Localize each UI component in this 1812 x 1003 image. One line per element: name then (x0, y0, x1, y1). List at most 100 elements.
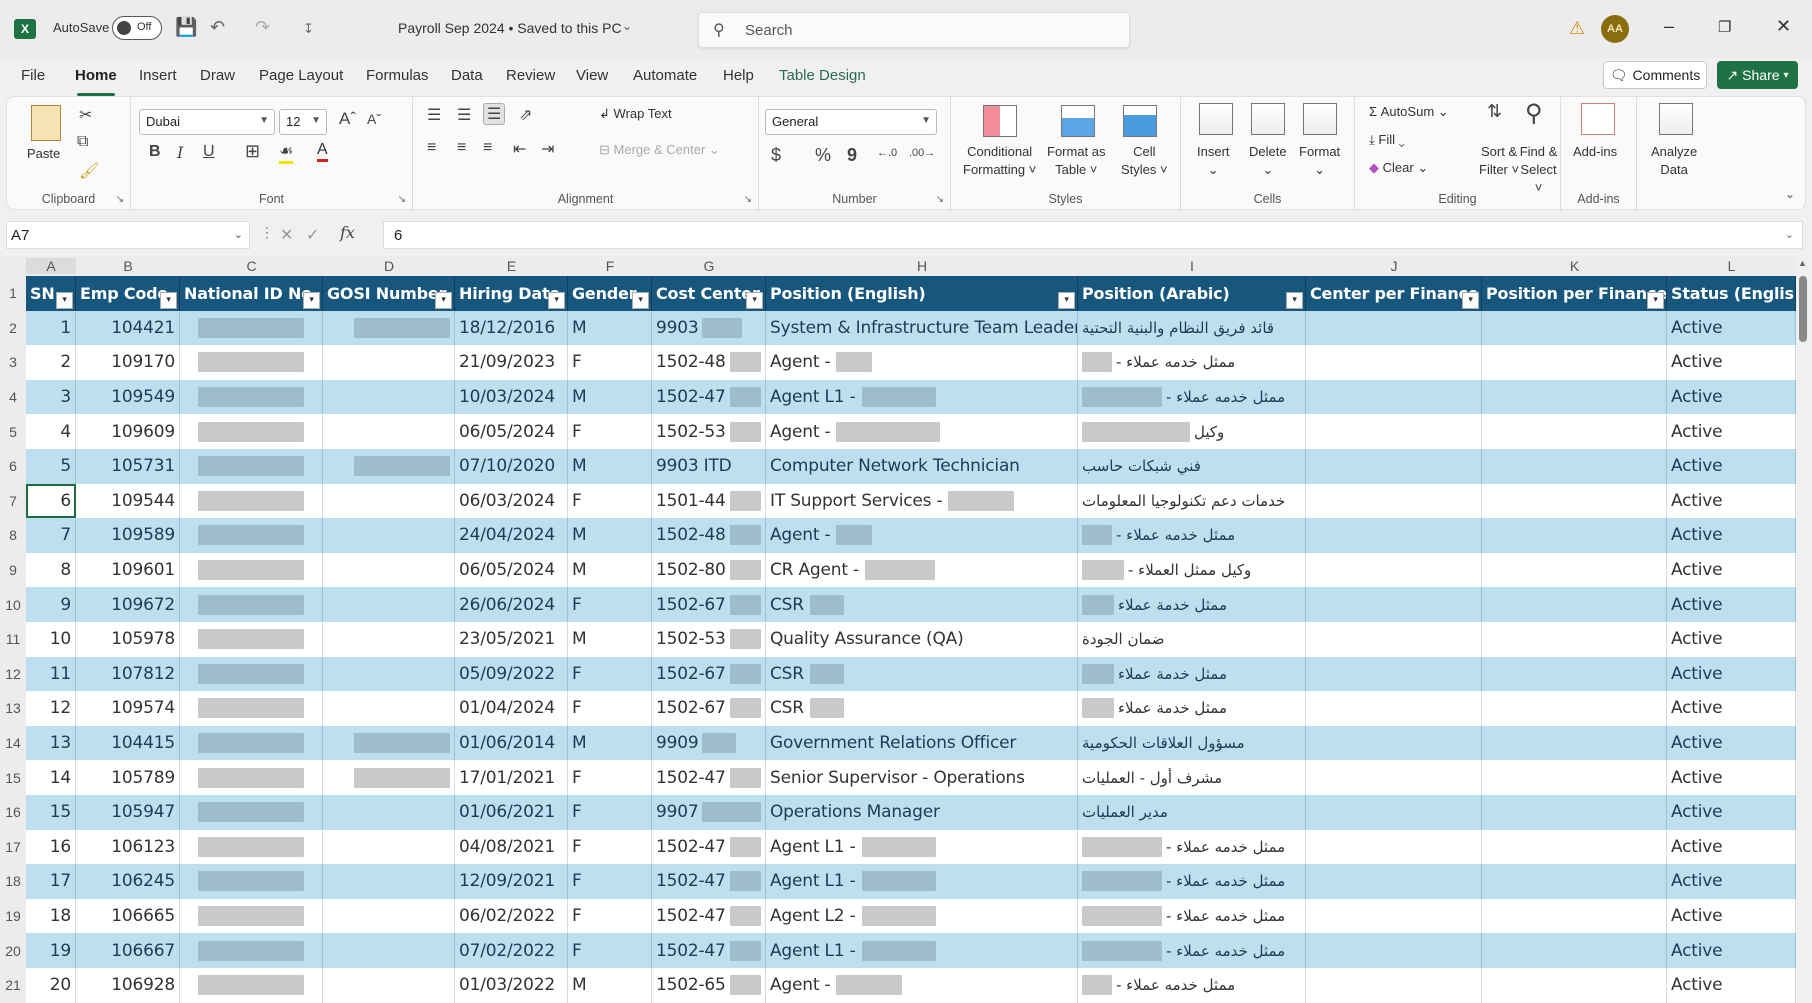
analyze-data-button[interactable]: Analyze Data (1651, 143, 1697, 179)
cell-gender[interactable]: M (568, 725, 652, 761)
column-header-d[interactable]: D (323, 258, 455, 274)
dialog-launcher-icon[interactable]: ↘ (744, 194, 752, 205)
cell-position-arabic[interactable]: ممثل خدمه عملاء - (1078, 379, 1306, 415)
cell-hiring-date[interactable]: 01/06/2021 (455, 795, 568, 830)
cell-center-per-finance[interactable] (1306, 829, 1482, 865)
tab-data[interactable]: Data (451, 67, 483, 84)
row-number[interactable]: 19 (0, 898, 26, 934)
cell-gosi-number[interactable] (323, 725, 455, 761)
cell-position-arabic[interactable]: ممثل خدمه عملاء - (1078, 518, 1306, 553)
cell-gosi-number[interactable] (323, 622, 455, 657)
cell-cost-center[interactable]: 1502-47 (652, 933, 766, 968)
header-cell[interactable]: GOSI Number ▾ (323, 276, 455, 311)
cell-status[interactable]: Active (1667, 449, 1796, 484)
cell-status[interactable]: Active (1667, 725, 1796, 761)
cell-hiring-date[interactable]: 12/09/2021 (455, 864, 568, 899)
cell-national-id[interactable] (180, 622, 323, 657)
header-cell[interactable]: Center per Finance ▾ (1306, 276, 1482, 311)
cell-national-id[interactable] (180, 552, 323, 588)
column-header-e[interactable]: E (455, 258, 568, 274)
cell-hiring-date[interactable]: 07/02/2022 (455, 933, 568, 968)
cell-position-english[interactable]: Agent - (766, 518, 1078, 553)
cell-position-english[interactable]: IT Support Services - (766, 483, 1078, 519)
cell-center-per-finance[interactable] (1306, 795, 1482, 830)
cell-center-per-finance[interactable] (1306, 414, 1482, 449)
cell-gender[interactable]: F (568, 933, 652, 968)
cell-national-id[interactable] (180, 725, 323, 761)
cell-cost-center[interactable]: 9909 (652, 725, 766, 761)
cell-position-english[interactable]: CSR (766, 691, 1078, 726)
fill-color-icon[interactable]: ☙ (279, 141, 294, 164)
cell-sn[interactable]: 19 (26, 933, 76, 968)
cell-gosi-number[interactable] (323, 449, 455, 484)
cell-sn[interactable]: 2 (26, 345, 76, 380)
enter-icon[interactable]: ✓ (306, 225, 319, 245)
row-number[interactable]: 3 (0, 345, 26, 380)
cell-gosi-number[interactable] (323, 933, 455, 968)
cell-gosi-number[interactable] (323, 864, 455, 899)
cell-position-arabic[interactable]: ممثل خدمه عملاء - (1078, 864, 1306, 899)
cell-position-per-finance[interactable] (1482, 933, 1667, 968)
cell-sn[interactable]: 16 (26, 829, 76, 865)
italic-button[interactable]: I (177, 143, 183, 162)
cell-position-english[interactable]: Agent L1 - (766, 864, 1078, 899)
conditional-formatting-button[interactable]: Conditional Formatting ˅ (963, 143, 1036, 179)
cell-center-per-finance[interactable] (1306, 725, 1482, 761)
cell-emp-code[interactable]: 109609 (76, 414, 180, 449)
cell-cost-center[interactable]: 1502-47 (652, 829, 766, 865)
cell-cost-center[interactable]: 9903 ITD (652, 449, 766, 484)
cell-gender[interactable]: F (568, 795, 652, 830)
cell-cost-center[interactable]: 9903 (652, 310, 766, 346)
cell-position-per-finance[interactable] (1482, 760, 1667, 795)
increase-decimal-icon[interactable]: ←.0 (877, 147, 897, 159)
cell-gosi-number[interactable] (323, 379, 455, 415)
header-cell[interactable]: Position (Arabic) ▾ (1078, 276, 1306, 311)
cell-emp-code[interactable]: 107812 (76, 656, 180, 692)
customize-qat-icon[interactable]: ↧ (303, 21, 314, 37)
cell-position-english[interactable]: Agent L2 - (766, 898, 1078, 934)
cell-sn[interactable]: 4 (26, 414, 76, 449)
cell-gosi-number[interactable] (323, 656, 455, 692)
cell-gender[interactable]: F (568, 864, 652, 899)
cell-national-id[interactable] (180, 449, 323, 484)
cell-position-arabic[interactable]: فني شبكات حاسب (1078, 449, 1306, 484)
cell-gender[interactable]: F (568, 587, 652, 622)
cell-center-per-finance[interactable] (1306, 968, 1482, 1003)
vertical-scrollbar[interactable]: ▲ (1796, 256, 1810, 1003)
cell-status[interactable]: Active (1667, 795, 1796, 830)
cell-cost-center[interactable]: 1502-67 (652, 691, 766, 726)
autosum-button[interactable]: Σ AutoSum ⌄ (1369, 103, 1449, 121)
filter-dropdown-icon[interactable]: ▾ (1462, 291, 1479, 309)
cell-national-id[interactable] (180, 379, 323, 415)
warning-icon[interactable]: ⚠ (1569, 18, 1585, 39)
format-as-table-button[interactable]: Format as Table ˅ (1047, 143, 1106, 179)
cell-emp-code[interactable]: 109601 (76, 552, 180, 588)
increase-indent-icon[interactable]: ⇥ (541, 139, 554, 159)
cell-status[interactable]: Active (1667, 379, 1796, 415)
row-number[interactable]: 13 (0, 691, 26, 726)
cell-cost-center[interactable]: 1502-47 (652, 760, 766, 795)
cell-sn[interactable]: 3 (26, 379, 76, 415)
cell-status[interactable]: Active (1667, 691, 1796, 726)
column-header-c[interactable]: C (180, 258, 323, 274)
cell-cost-center[interactable]: 1502-67 (652, 656, 766, 692)
cell-national-id[interactable] (180, 829, 323, 865)
filter-dropdown-icon[interactable]: ▾ (160, 291, 177, 309)
cell-position-english[interactable]: Quality Assurance (QA) (766, 622, 1078, 657)
cell-status[interactable]: Active (1667, 587, 1796, 622)
cell-national-id[interactable] (180, 656, 323, 692)
row-number[interactable]: 10 (0, 587, 26, 622)
cell-hiring-date[interactable]: 17/01/2021 (455, 760, 568, 795)
cell-emp-code[interactable]: 106667 (76, 933, 180, 968)
cell-sn[interactable]: 20 (26, 968, 76, 1003)
header-cell[interactable]: National ID No ▾ (180, 276, 323, 311)
cell-hiring-date[interactable]: 05/09/2022 (455, 656, 568, 692)
cell-position-per-finance[interactable] (1482, 898, 1667, 934)
cell-gender[interactable]: M (568, 552, 652, 588)
clear-button[interactable]: ◆ Clear ⌄ (1369, 159, 1428, 177)
cell-position-per-finance[interactable] (1482, 795, 1667, 830)
filter-dropdown-icon[interactable]: ▾ (56, 291, 73, 309)
font-color-icon[interactable]: A (317, 141, 328, 162)
cell-cost-center[interactable]: 1502-47 (652, 379, 766, 415)
cell-styles-button[interactable]: Cell Styles ˅ (1121, 143, 1168, 179)
